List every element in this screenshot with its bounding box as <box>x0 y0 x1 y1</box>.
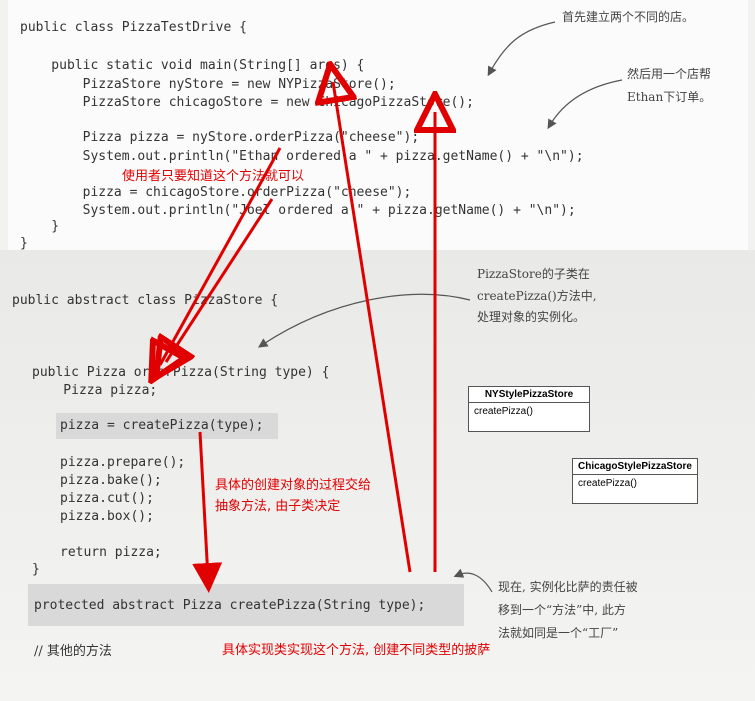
arrow-to-nystore <box>333 82 412 573</box>
arrow-to-orderpizza-a <box>160 147 282 365</box>
page: public class PizzaTestDrive { public sta… <box>0 0 755 701</box>
pointer-two-stores <box>487 21 556 77</box>
pointer-factory <box>453 568 493 593</box>
arrows-overlay <box>0 21 623 593</box>
pointer-subclass <box>257 293 471 348</box>
arrow-to-abstract-method <box>192 431 223 593</box>
arrow-to-orderpizza-b <box>166 198 274 362</box>
pointer-order <box>547 79 623 130</box>
